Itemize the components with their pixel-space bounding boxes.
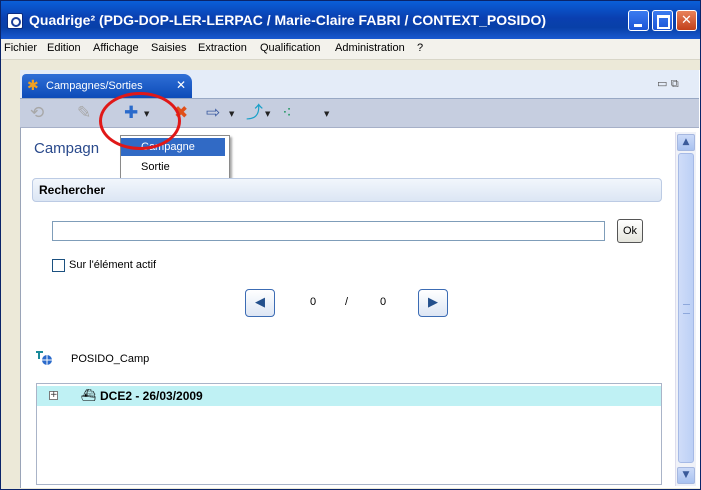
context-label: POSIDO_Camp xyxy=(71,353,150,365)
menu-administration[interactable]: Administration xyxy=(335,42,405,54)
export-dropdown-icon[interactable]: ▼ xyxy=(229,110,234,118)
campaign-tree: + ⛴ DCE2 - 26/03/2009 xyxy=(36,383,662,485)
context-icon xyxy=(36,351,52,365)
menu-edition[interactable]: Edition xyxy=(47,42,81,54)
export-icon[interactable]: ⇨ xyxy=(206,104,220,122)
menu-bar: Fichier Edition Affichage Saisies Extrac… xyxy=(1,39,700,60)
tab-close-icon[interactable]: ✕ xyxy=(176,78,186,92)
active-element-label: Sur l'élément actif xyxy=(69,259,157,271)
search-section-label: Rechercher xyxy=(39,183,106,197)
maximize-icon xyxy=(653,11,672,30)
popup-item-campagne[interactable]: Campagne xyxy=(121,138,225,156)
tab-strip: ✱ Campagnes/Sorties ✕ xyxy=(20,70,699,99)
previous-page-button[interactable]: ◀ xyxy=(245,289,275,317)
sort-dropdown-icon[interactable]: ▼ xyxy=(265,110,270,118)
menu-help[interactable]: ? xyxy=(417,42,423,54)
expand-icon[interactable]: + xyxy=(49,391,58,400)
next-page-button[interactable]: ▶ xyxy=(418,289,448,317)
ok-button[interactable]: Ok xyxy=(617,219,643,243)
minimize-button[interactable] xyxy=(628,10,649,31)
search-input[interactable] xyxy=(52,221,605,241)
sort-icon[interactable]: ⤴ xyxy=(246,104,263,122)
edit-icon[interactable]: ✎ xyxy=(77,104,91,122)
popup-item-sortie[interactable]: Sortie xyxy=(121,158,225,176)
tree-row[interactable]: + ⛴ DCE2 - 26/03/2009 xyxy=(37,386,661,406)
tab-campagnes-sorties[interactable]: ✱ Campagnes/Sorties ✕ xyxy=(22,74,192,98)
minimize-icon xyxy=(629,11,648,30)
add-popup-menu: Campagne Sortie xyxy=(120,135,230,181)
menu-affichage[interactable]: Affichage xyxy=(93,42,139,54)
close-icon: ✕ xyxy=(681,13,692,28)
filter-icon[interactable]: ⁖ xyxy=(282,104,292,122)
tree-row-label: DCE2 - 26/03/2009 xyxy=(100,389,203,403)
menu-fichier[interactable]: Fichier xyxy=(4,42,37,54)
page-separator: / xyxy=(345,296,349,308)
maximize-button[interactable] xyxy=(652,10,673,31)
active-element-checkbox[interactable] xyxy=(52,259,65,272)
title-bar: Quadrige² (PDG-DOP-LER-LERPAC / Marie-Cl… xyxy=(1,1,700,39)
toolbar xyxy=(20,99,699,128)
window-title: Quadrige² (PDG-DOP-LER-LERPAC / Marie-Cl… xyxy=(29,12,547,28)
page-title: Campagn xyxy=(34,140,100,157)
menu-extraction[interactable]: Extraction xyxy=(198,42,247,54)
grip-icon xyxy=(683,304,690,314)
filter-dropdown-icon[interactable]: ▼ xyxy=(324,110,329,118)
delete-icon[interactable]: ✖ xyxy=(174,104,188,122)
search-section-header[interactable]: Rechercher xyxy=(32,178,662,202)
ship-icon: ⛴ xyxy=(81,388,97,402)
current-page: 0 xyxy=(310,296,317,308)
scroll-thumb[interactable] xyxy=(678,153,694,463)
menu-qualification[interactable]: Qualification xyxy=(260,42,321,54)
app-logo-icon xyxy=(7,13,23,29)
scroll-down-icon[interactable]: ▼ xyxy=(677,467,695,484)
plus-icon[interactable]: ✚ xyxy=(124,104,138,122)
tab-label: Campagnes/Sorties xyxy=(46,80,143,92)
vertical-scrollbar[interactable]: ▲ ▼ xyxy=(675,132,696,486)
back-icon[interactable]: ⟲ xyxy=(30,104,44,122)
menu-saisies[interactable]: Saisies xyxy=(151,42,186,54)
close-button[interactable]: ✕ xyxy=(676,10,697,31)
total-pages: 0 xyxy=(380,296,387,308)
view-restore-icon[interactable]: ▭ ⧉ xyxy=(657,77,679,91)
plus-dropdown-icon[interactable]: ▼ xyxy=(144,110,149,118)
scroll-up-icon[interactable]: ▲ xyxy=(677,134,695,151)
campaign-icon: ✱ xyxy=(27,78,39,94)
